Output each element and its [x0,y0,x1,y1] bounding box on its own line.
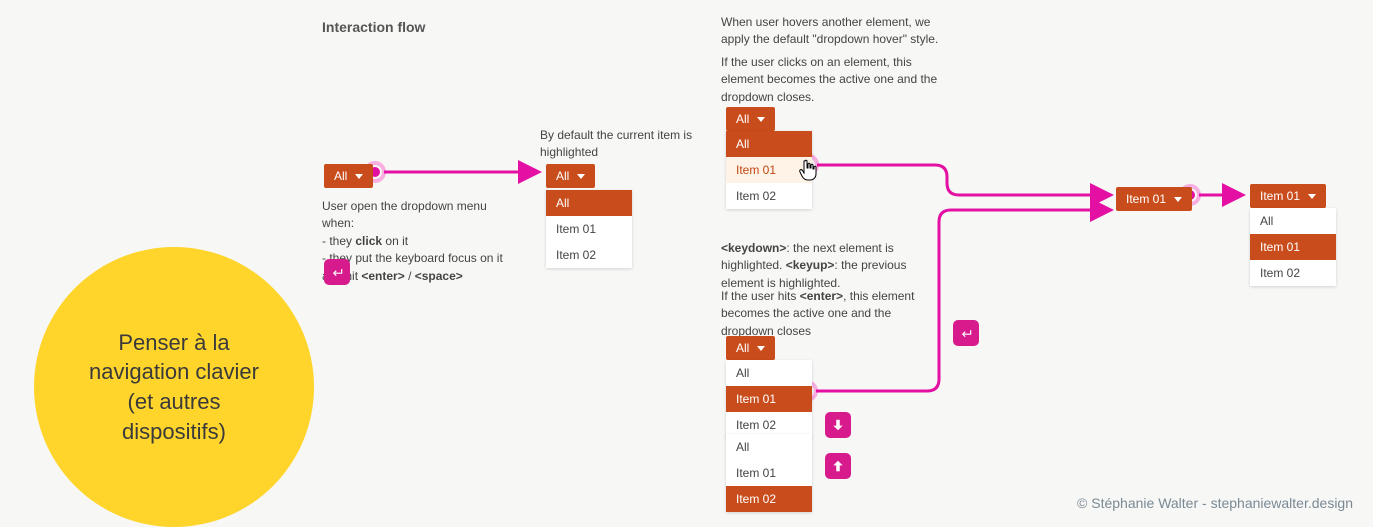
col1-description: User open the dropdown menu when: - they… [322,198,522,285]
dropdown-label: All [736,341,749,355]
dropdown-item-highlighted[interactable]: Item 01 [726,386,812,412]
dropdown-item-hovered[interactable]: Item 01 [726,157,812,183]
dropdown-button-hover[interactable]: All [726,107,775,131]
dropdown-list-hover: All Item 01 Item 02 [726,131,812,209]
dropdown-list-kbd-b: All Item 01 Item 02 [726,434,812,512]
dropdown-label: All [556,169,569,183]
chevron-down-icon [577,174,585,179]
note-circle: Penser à la navigation clavier (et autre… [34,247,314,527]
dropdown-label: All [736,112,749,126]
dropdown-label: Item 01 [1260,189,1300,203]
dropdown-item[interactable]: All [546,190,632,216]
dropdown-item[interactable]: All [1250,208,1336,234]
dropdown-item[interactable]: All [726,434,812,460]
dropdown-button-open[interactable]: All [546,164,595,188]
chevron-down-icon [355,174,363,179]
dropdown-item-highlighted[interactable]: Item 02 [726,486,812,512]
col3-bot-desc1: <keydown>: the next element is highlight… [721,240,941,292]
enter-key-icon [953,320,979,346]
arrow-up-key-icon [825,453,851,479]
col3-bot-desc2: If the user hits <enter>, this element b… [721,288,941,340]
dropdown-item-highlighted[interactable]: Item 01 [1250,234,1336,260]
dropdown-label: Item 01 [1126,192,1166,206]
dropdown-button-closed[interactable]: All [324,164,373,188]
dropdown-item[interactable]: Item 01 [546,216,632,242]
dropdown-label: All [334,169,347,183]
enter-key-icon [324,259,350,285]
col3-top-desc1: When user hovers another element, we app… [721,14,941,49]
dropdown-list-kbd-a: All Item 01 Item 02 [726,360,812,438]
note-circle-text: Penser à la navigation clavier (et autre… [74,328,274,447]
chevron-down-icon [757,346,765,351]
dropdown-item[interactable]: All [726,131,812,157]
dropdown-button-reopened[interactable]: Item 01 [1250,184,1326,208]
chevron-down-icon [1174,197,1182,202]
col3-top-desc2: If the user clicks on an element, this e… [721,54,941,106]
chevron-down-icon [757,117,765,122]
col2-description: By default the current item is highlight… [540,127,700,162]
dropdown-item[interactable]: Item 02 [546,242,632,268]
dropdown-list-reopened: All Item 01 Item 02 [1250,208,1336,286]
dropdown-button-keyboard[interactable]: All [726,336,775,360]
dropdown-item[interactable]: Item 01 [726,460,812,486]
dropdown-item[interactable]: Item 02 [1250,260,1336,286]
dropdown-button-result[interactable]: Item 01 [1116,187,1192,211]
dropdown-list: All Item 01 Item 02 [546,190,632,268]
arrow-down-key-icon [825,412,851,438]
credit-text: © Stéphanie Walter - stephaniewalter.des… [1077,495,1353,511]
dropdown-item[interactable]: Item 02 [726,183,812,209]
diagram-title: Interaction flow [322,19,425,35]
dropdown-item[interactable]: All [726,360,812,386]
chevron-down-icon [1308,194,1316,199]
